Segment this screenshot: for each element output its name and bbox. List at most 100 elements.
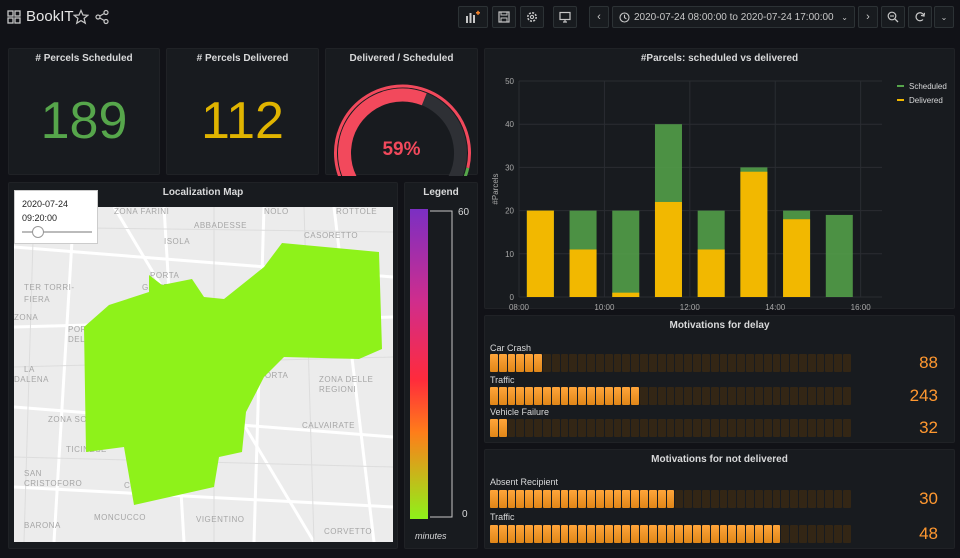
gauge-segment — [737, 387, 746, 405]
gauge-segment — [551, 525, 560, 543]
refresh-interval-dropdown[interactable]: ⌄ — [934, 6, 954, 28]
gauge-segment — [498, 354, 507, 372]
zoom-out-button[interactable] — [881, 6, 905, 28]
gauge-segment — [587, 490, 595, 508]
gauge-segment — [595, 490, 604, 508]
gauge-segment — [534, 354, 542, 372]
y-axis-label: #Parcels — [491, 173, 500, 204]
dashboard-title[interactable]: BookIT — [26, 8, 74, 25]
gauge-segment — [560, 419, 569, 437]
gauge-segment — [746, 354, 754, 372]
dashboards-grid-icon[interactable] — [6, 9, 22, 25]
gauge-segment — [701, 419, 710, 437]
settings-button[interactable] — [520, 6, 544, 28]
save-dashboard-button[interactable] — [492, 6, 516, 28]
gauge-segment — [754, 387, 763, 405]
gauge-segment — [657, 354, 666, 372]
gauge-segment — [825, 354, 834, 372]
gauge-segment — [746, 387, 754, 405]
time-shift-forward-button[interactable]: › — [858, 6, 878, 28]
gauge-segment — [807, 490, 816, 508]
add-panel-button[interactable] — [458, 6, 488, 28]
gauge-segment — [490, 490, 498, 508]
chart-panel-parcels: #Parcels: scheduled vs delivered 0 10 20 30… — [484, 48, 955, 310]
gauge-segment — [613, 525, 622, 543]
gauge-segment — [534, 419, 542, 437]
gauge-segment — [728, 525, 737, 543]
gauge-segment — [569, 490, 578, 508]
gauge-segment — [843, 490, 851, 508]
chevron-right-icon: › — [866, 11, 870, 23]
gauge-segment — [587, 387, 595, 405]
slider-thumb[interactable] — [32, 226, 45, 238]
bar-delivered — [526, 210, 554, 297]
gauge-segment — [631, 490, 640, 508]
gauge-segment — [507, 419, 516, 437]
x-tick-label: 10:00 — [594, 303, 615, 310]
gauge-segment — [648, 354, 657, 372]
gauge-segment — [675, 387, 684, 405]
gauge-segment — [578, 490, 587, 508]
time-range-picker[interactable]: 2020-07-24 08:00:00 to 2020-07-24 17:00:… — [612, 6, 855, 28]
gauge-segment — [542, 525, 551, 543]
gauge-segment — [675, 490, 684, 508]
gauge-segment — [569, 525, 578, 543]
gauge-segment — [657, 525, 666, 543]
gauge-segment — [604, 419, 613, 437]
star-icon[interactable] — [73, 9, 89, 25]
gauge-segment — [622, 490, 631, 508]
x-tick-label: 14:00 — [765, 303, 786, 310]
gauge-segment — [490, 354, 498, 372]
gauge-segment — [746, 490, 754, 508]
gauge-segment — [719, 525, 728, 543]
color-scale-bar — [410, 209, 428, 519]
gauge-segment — [498, 419, 507, 437]
x-tick-label: 12:00 — [680, 303, 701, 310]
legend-unit: minutes — [415, 531, 447, 541]
delay-value-vehicle-failure: 32 — [919, 418, 938, 437]
gauge-segment — [507, 490, 516, 508]
gauge-segment — [710, 354, 719, 372]
panel-title: Legend — [423, 187, 459, 198]
gauge-segment — [790, 419, 798, 437]
time-shift-back-button[interactable]: ‹ — [589, 6, 609, 28]
gauge-segment — [781, 419, 790, 437]
gauge-segment — [666, 419, 675, 437]
gauge-segment — [648, 419, 657, 437]
gauge-segment — [781, 387, 790, 405]
nd-value-traffic: 48 — [919, 524, 938, 543]
delay-value-traffic: 243 — [909, 386, 938, 405]
gauge-segment — [516, 387, 525, 405]
share-icon[interactable] — [94, 9, 110, 25]
gauge-segment — [737, 419, 746, 437]
time-slider-control[interactable]: 2020-07-24 09:20:00 — [14, 190, 98, 244]
legend-entry: Delivered — [909, 96, 943, 105]
gauge-segment — [525, 419, 534, 437]
gauge-segment — [693, 490, 701, 508]
map-canvas[interactable]: ZONA FARINI NOLO ROTTOLE ABBADESSE ISOLA CASO… — [14, 207, 393, 542]
gauge-segment — [578, 419, 587, 437]
bar-delivered — [569, 249, 597, 297]
top-bar: BookIT ‹ 2020-07-24 08:00:00 to 2020-07-… — [0, 0, 960, 34]
gauge-segment — [498, 525, 507, 543]
gauge-segment — [798, 354, 807, 372]
x-tick-label: 16:00 — [851, 303, 872, 310]
gauge-segment — [816, 525, 825, 543]
monitor-icon — [559, 11, 571, 23]
cycle-view-mode-button[interactable] — [553, 6, 577, 28]
gauge-segment — [843, 525, 851, 543]
gauge-segment — [772, 419, 781, 437]
gauge-segment — [701, 490, 710, 508]
gauge-segment — [613, 490, 622, 508]
gauge-segment — [525, 490, 534, 508]
gauge-segment — [701, 354, 710, 372]
refresh-button[interactable] — [908, 6, 932, 28]
gauge-segment — [587, 525, 595, 543]
gauge-segment — [719, 354, 728, 372]
gauge-segment — [693, 387, 701, 405]
gauge-segment — [754, 419, 763, 437]
delay-label-vehicle-failure: Vehicle Failure — [490, 407, 550, 417]
panel-title: # Percels Scheduled — [35, 53, 133, 64]
gauge-segment — [587, 354, 595, 372]
gauge-segment — [807, 525, 816, 543]
